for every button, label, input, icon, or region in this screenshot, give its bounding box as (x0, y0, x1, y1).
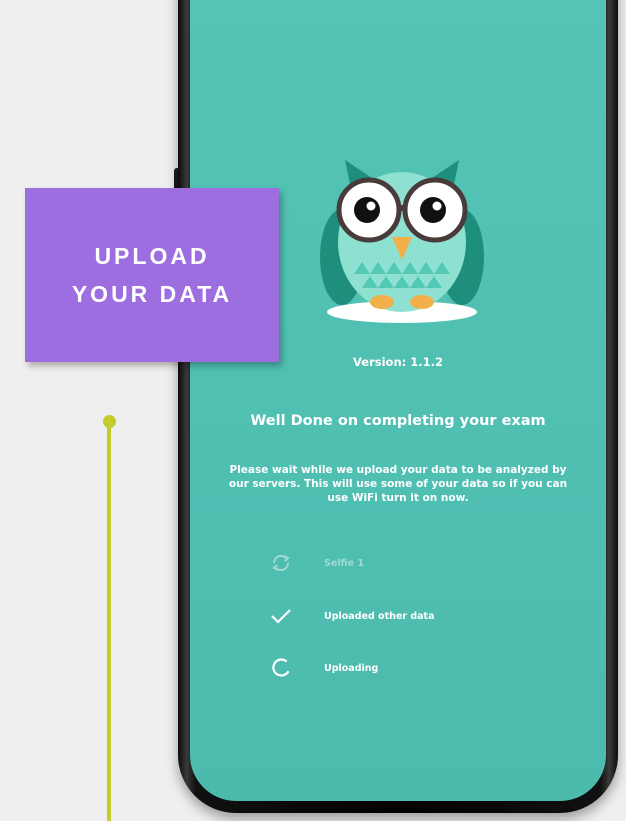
spinner-icon (268, 656, 294, 680)
completion-headline: Well Done on completing your exam (250, 413, 546, 429)
upload-your-data-callout: UPLOAD YOUR DATA (25, 188, 279, 362)
callout-line-2: YOUR DATA (71, 281, 233, 307)
status-label: Uploaded other data (324, 610, 435, 622)
sync-icon (268, 551, 294, 575)
upload-message: Please wait while we upload your data to… (228, 464, 568, 504)
checkmark-icon (268, 604, 294, 628)
status-item-selfie: Selfie 1 (268, 551, 364, 575)
status-label: Uploading (324, 662, 379, 674)
connector-line (107, 422, 111, 821)
phone-frame: Version: 1.1.2 Well Done on completing y… (178, 0, 618, 813)
status-item-uploading: Uploading (268, 656, 378, 680)
owl-mascot-icon (317, 152, 487, 342)
app-screen: Version: 1.1.2 Well Done on completing y… (190, 0, 606, 801)
callout-line-1: UPLOAD (94, 243, 210, 269)
status-item-other-data: Uploaded other data (268, 604, 435, 628)
status-label: Selfie 1 (324, 557, 364, 569)
